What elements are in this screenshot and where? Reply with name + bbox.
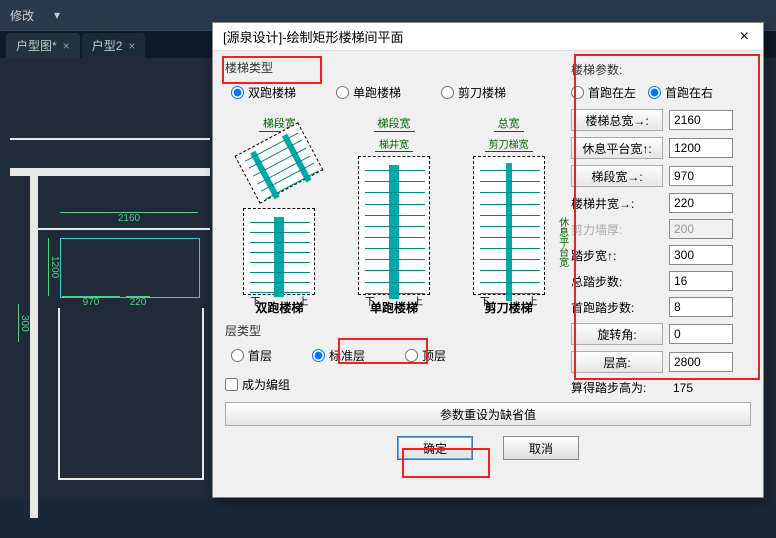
label-up: 上	[298, 293, 308, 308]
radio-label: 剪刀楼梯	[458, 84, 506, 101]
floor-type-group: 层类型 首层 标准层 顶层	[225, 322, 563, 368]
radio-standard-floor[interactable]: 标准层	[312, 347, 365, 364]
radio-label: 首跑在右	[665, 84, 713, 101]
label-riser-calc: 算得踏步高为:	[571, 379, 663, 396]
floor-type-label: 层类型	[225, 322, 563, 339]
stair-params: 楼梯参数: 首跑在左 首跑在右 楼梯总宽→: 休息平台宽↑: 梯段宽→: 楼梯井…	[571, 59, 751, 402]
input-total-steps[interactable]	[669, 271, 733, 291]
input-seg-width[interactable]	[669, 166, 733, 186]
input-first-steps[interactable]	[669, 297, 733, 317]
label-up: 上	[413, 293, 423, 308]
cad-tab-active[interactable]: 户型图* ×	[6, 33, 80, 58]
input-tread-width[interactable]	[669, 245, 733, 265]
checkbox-input[interactable]	[225, 378, 238, 391]
radio-label: 顶层	[422, 347, 446, 364]
diagram-double: 梯段宽 下 上	[227, 115, 332, 316]
make-group-check[interactable]: 成为编组	[225, 376, 563, 393]
dim-total-width: 总宽	[494, 115, 524, 132]
label-up: 上	[528, 293, 538, 308]
stair-type-label: 楼梯类型	[225, 59, 563, 76]
radio-input[interactable]	[648, 86, 661, 99]
btn-rest-width[interactable]: 休息平台宽↑:	[571, 137, 663, 159]
value-riser-calc: 175	[669, 381, 733, 395]
label-down: 下	[365, 293, 375, 308]
stair-dialog: [源泉设计]-绘制矩形楼梯间平面 × 楼梯类型 双跑楼梯 单跑楼梯 剪刀楼梯	[212, 22, 764, 498]
radio-top-floor[interactable]: 顶层	[405, 347, 446, 364]
ok-button[interactable]: 确定	[397, 436, 473, 460]
dim-rest: 休息平台宽	[555, 217, 570, 267]
dim-scissor: 剪刀梯宽	[485, 136, 533, 152]
radio-input[interactable]	[231, 349, 244, 362]
cad-tab-inactive[interactable]: 户型2 ×	[82, 33, 146, 58]
dialog-title: [源泉设计]-绘制矩形楼梯间平面	[223, 27, 404, 46]
dim-2160: 2160	[60, 212, 198, 224]
diagram-label: 双跑楼梯	[227, 299, 332, 316]
radio-single-run[interactable]: 单跑楼梯	[336, 84, 401, 101]
tab-label: 户型图*	[16, 37, 57, 54]
tab-label: 户型2	[92, 37, 123, 54]
radio-input[interactable]	[336, 86, 349, 99]
radio-label: 首层	[248, 347, 272, 364]
radio-label: 双跑楼梯	[248, 84, 296, 101]
close-icon[interactable]: ×	[63, 39, 70, 53]
input-total-width[interactable]	[669, 110, 733, 130]
dim-970: 970	[62, 296, 120, 308]
radio-scissor[interactable]: 剪刀楼梯	[441, 84, 506, 101]
menu-dropdown-icon[interactable]: ▾	[54, 8, 60, 22]
input-wall-thick	[669, 219, 733, 239]
radio-label: 首跑在左	[588, 84, 636, 101]
radio-input[interactable]	[441, 86, 454, 99]
dim-220: 220	[126, 296, 150, 308]
close-icon[interactable]: ×	[128, 39, 135, 53]
checkbox-label: 成为编组	[242, 376, 290, 393]
input-rotation[interactable]	[669, 324, 733, 344]
cancel-button[interactable]: 取消	[503, 436, 579, 460]
label-total-steps: 总踏步数:	[571, 273, 663, 290]
btn-seg-width[interactable]: 梯段宽→:	[571, 165, 663, 187]
radio-input[interactable]	[405, 349, 418, 362]
radio-label: 单跑楼梯	[353, 84, 401, 101]
input-rest-width[interactable]	[669, 138, 733, 158]
diagram-single: 梯段宽 梯井宽 下 上 单跑楼梯 自学网	[342, 115, 447, 316]
dim-300: 300	[18, 304, 30, 342]
label-well-width: 楼梯井宽→:	[571, 195, 663, 212]
diagram-label: 剪刀楼梯	[456, 299, 561, 316]
titlebar: [源泉设计]-绘制矩形楼梯间平面 ×	[213, 23, 763, 51]
params-title: 楼梯参数:	[571, 61, 751, 78]
dim-well-width: 梯井宽	[375, 136, 413, 152]
label-down: 下	[480, 293, 490, 308]
radio-label: 标准层	[329, 347, 365, 364]
radio-first-floor[interactable]: 首层	[231, 347, 272, 364]
menu-modify[interactable]: 修改	[10, 7, 34, 24]
radio-input[interactable]	[231, 86, 244, 99]
radio-run-right[interactable]: 首跑在右	[648, 84, 713, 101]
diagram-scissor: 总宽 剪刀梯宽 下 上 休息平台宽 剪刀楼梯	[456, 115, 561, 316]
dim-seg-width: 梯段宽	[374, 115, 415, 132]
dim-1200: 1200	[48, 238, 60, 296]
btn-rotation[interactable]: 旋转角:	[571, 323, 663, 345]
input-floor-height[interactable]	[669, 352, 733, 372]
radio-input[interactable]	[312, 349, 325, 362]
input-well-width[interactable]	[669, 193, 733, 213]
radio-run-left[interactable]: 首跑在左	[571, 84, 636, 101]
btn-floor-height[interactable]: 层高:	[571, 351, 663, 373]
stair-type-group: 楼梯类型 双跑楼梯 单跑楼梯 剪刀楼梯	[225, 59, 563, 105]
radio-double-run[interactable]: 双跑楼梯	[231, 84, 296, 101]
diagram-label: 单跑楼梯	[342, 299, 447, 316]
label-tread-width: 踏步宽↑:	[571, 247, 663, 264]
close-button[interactable]: ×	[736, 28, 753, 46]
stair-diagrams: 梯段宽 下 上	[225, 111, 563, 322]
radio-input[interactable]	[571, 86, 584, 99]
btn-total-width[interactable]: 楼梯总宽→:	[571, 109, 663, 131]
reset-defaults-button[interactable]: 参数重设为缺省值	[225, 402, 751, 426]
label-down: 下	[250, 293, 260, 308]
cad-drawing: 2160 970 220 1200 300	[10, 138, 210, 538]
label-wall-thick: 剪力墙厚:	[571, 221, 663, 238]
label-first-steps: 首跑踏步数:	[571, 299, 663, 316]
